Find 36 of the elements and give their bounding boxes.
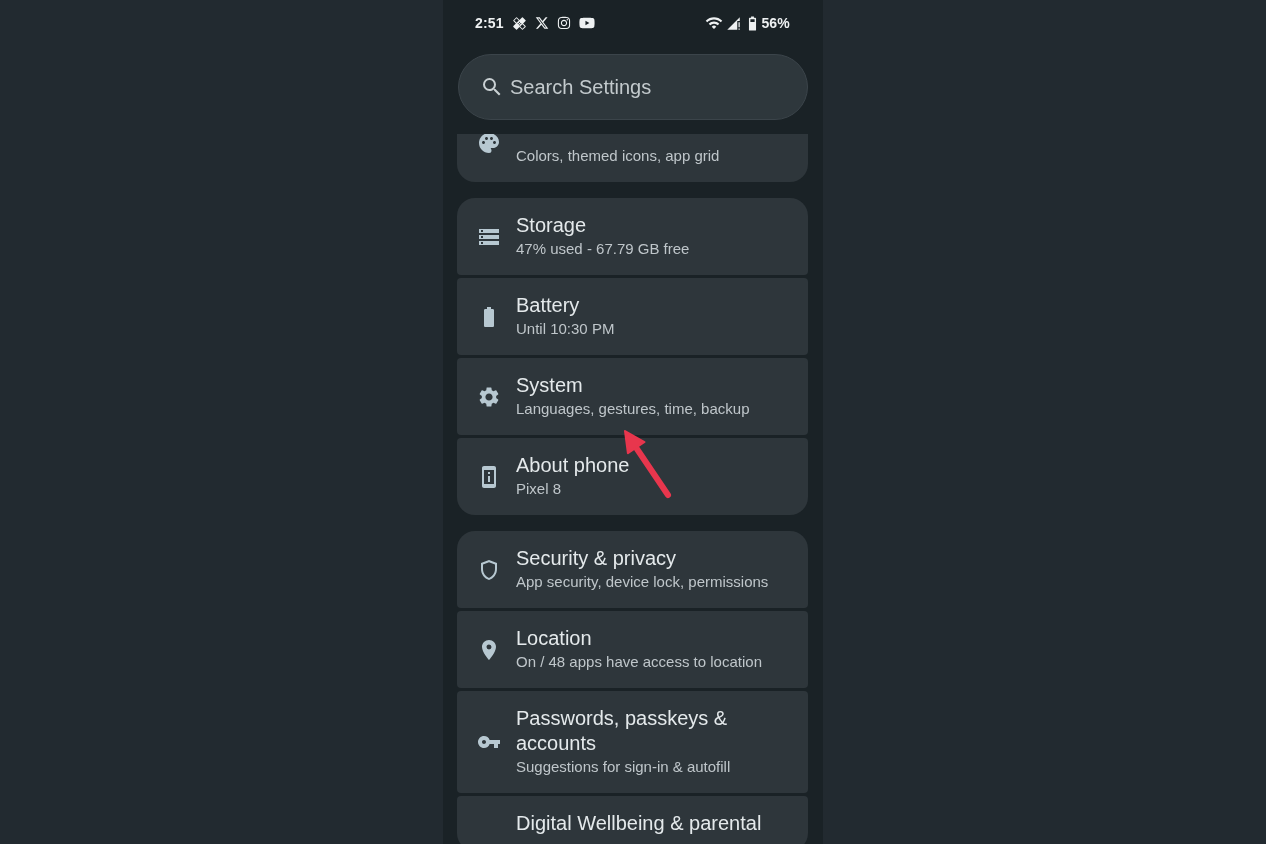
item-title: About phone	[516, 453, 630, 478]
item-title: Security & privacy	[516, 546, 678, 571]
item-subtitle: Pixel 8	[516, 479, 563, 499]
item-title: Location	[516, 626, 593, 651]
bandage-icon	[511, 15, 527, 31]
settings-item[interactable]: Location On / 48 apps have access to location	[457, 611, 808, 688]
settings-item[interactable]: Digital Wellbeing & parental	[457, 796, 808, 844]
play-logo-icon	[578, 15, 595, 31]
item-subtitle: On / 48 apps have access to location	[516, 652, 762, 672]
settings-icon	[477, 384, 501, 409]
item-title: Passwords, passkeys & accounts	[516, 706, 729, 756]
x-logo-icon	[534, 16, 549, 30]
item-subtitle: Suggestions for sign-in & autofill	[516, 757, 732, 777]
item-title: Storage	[516, 213, 588, 238]
item-title: Digital Wellbeing & parental	[516, 811, 762, 836]
settings-item[interactable]: Battery Until 10:30 PM	[457, 278, 808, 355]
wifi-icon	[705, 14, 724, 32]
clock-time: 2:51	[475, 15, 504, 31]
battery-percent: 56%	[761, 15, 790, 31]
item-subtitle: Until 10:30 PM	[516, 319, 615, 339]
item-subtitle: App security, device lock, permissions	[516, 572, 769, 592]
settings-item[interactable]: System Languages, gestures, time, backup	[457, 358, 808, 435]
signal-icon	[726, 15, 742, 31]
search-field[interactable]: Search Settings	[458, 54, 808, 120]
item-title: Battery	[516, 293, 581, 318]
settings-item[interactable]: Passwords, passkeys & accounts Suggestions for sign-in & autofill	[457, 691, 808, 793]
item-subtitle: Colors, themed icons, app grid	[516, 146, 720, 166]
camera-logo-icon	[556, 16, 571, 30]
item-subtitle: Languages, gestures, time, backup	[516, 399, 750, 419]
settings-item[interactable]: About phone Pixel 8	[457, 438, 808, 515]
item-subtitle: 47% used - 67.79 GB free	[516, 239, 690, 259]
settings-item[interactable]: Colors, themed icons, app grid	[457, 134, 808, 182]
palette-icon	[477, 134, 501, 155]
item-title: System	[516, 373, 584, 398]
settings-item[interactable]: Security & privacy App security, device lock, permissions	[457, 531, 808, 608]
settings-item[interactable]: Storage 47% used - 67.79 GB free	[457, 198, 808, 275]
